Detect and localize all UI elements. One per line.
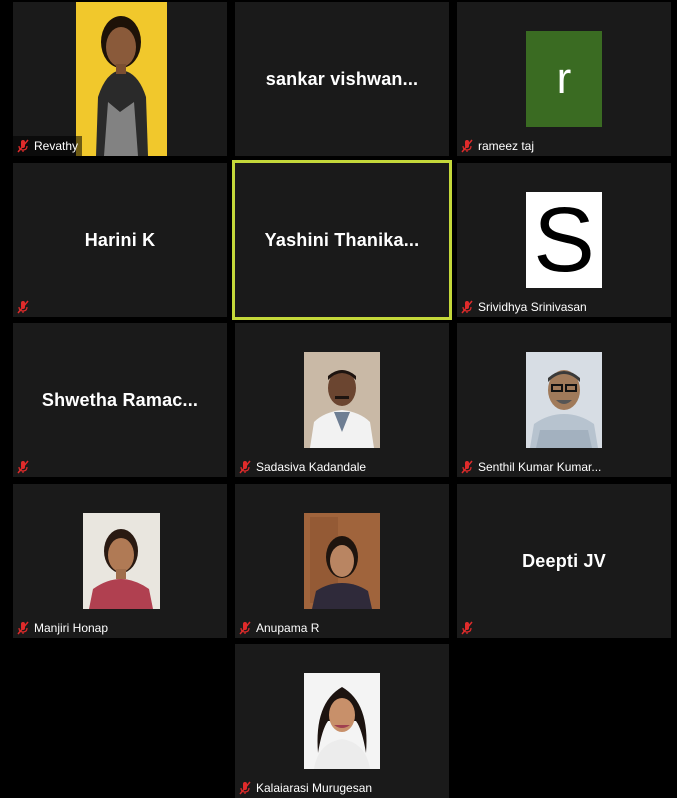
participant-name: Manjiri Honap	[34, 621, 109, 635]
participant-name: Anupama R	[256, 621, 320, 635]
participant-label: Manjiri Honap	[13, 618, 112, 638]
participant-label: Anupama R	[235, 618, 323, 638]
avatar: r	[526, 31, 602, 127]
participant-display-name: Shwetha Ramac...	[41, 389, 199, 410]
video-tile-revathy[interactable]: Revathy	[13, 2, 227, 156]
participant-name: Revathy	[34, 139, 79, 153]
video-tile-sankar[interactable]: sankar vishwan...	[235, 2, 449, 156]
video-tile-sadasiva[interactable]: Sadasiva Kadandale	[235, 323, 449, 477]
video-tile-srividhya[interactable]: S Srividhya Srinivasan	[457, 163, 671, 317]
muted-mic-icon	[16, 300, 30, 314]
participant-name: Srividhya Srinivasan	[478, 300, 587, 314]
participant-label: rameez taj	[457, 136, 538, 156]
muted-mic-icon	[460, 139, 474, 153]
muted-mic-icon	[460, 300, 474, 314]
participant-label	[457, 618, 482, 638]
participant-display-name: sankar vishwan...	[265, 68, 419, 89]
video-tile-kalaiarasi[interactable]: Kalaiarasi Murugesan	[235, 644, 449, 798]
participant-label	[13, 457, 38, 477]
video-tile-shwetha[interactable]: Shwetha Ramac...	[13, 323, 227, 477]
video-tile-rameez[interactable]: r rameez taj	[457, 2, 671, 156]
profile-photo-senthil	[526, 352, 602, 448]
muted-mic-icon	[460, 621, 474, 635]
video-tile-deepti[interactable]: Deepti JV	[457, 484, 671, 638]
participant-display-name: Yashini Thanika...	[264, 229, 420, 250]
participant-name: Senthil Kumar Kumar...	[478, 460, 602, 474]
participant-display-name: Deepti JV	[522, 550, 606, 571]
video-tile-senthil[interactable]: Senthil Kumar Kumar...	[457, 323, 671, 477]
muted-mic-icon	[238, 781, 252, 795]
participant-label: Srividhya Srinivasan	[457, 297, 591, 317]
muted-mic-icon	[16, 460, 30, 474]
profile-photo-manjiri	[83, 513, 160, 609]
video-feed-revathy	[76, 2, 167, 156]
participant-name: Kalaiarasi Murugesan	[256, 781, 373, 795]
participant-label: Revathy	[13, 136, 83, 156]
video-tile-anupama[interactable]: Anupama R	[235, 484, 449, 638]
muted-mic-icon	[16, 621, 30, 635]
video-tile-harini[interactable]: Harini K	[13, 163, 227, 317]
muted-mic-icon	[238, 460, 252, 474]
video-tile-yashini-active-speaker[interactable]: Yashini Thanika...	[232, 160, 452, 320]
avatar: S	[526, 192, 602, 288]
muted-mic-icon	[238, 621, 252, 635]
profile-photo-sadasiva	[304, 352, 380, 448]
profile-photo-kalaiarasi	[304, 673, 380, 769]
participant-label: Kalaiarasi Murugesan	[235, 778, 376, 798]
muted-mic-icon	[460, 460, 474, 474]
participant-display-name: Harini K	[84, 229, 156, 250]
participant-name: Sadasiva Kadandale	[256, 460, 367, 474]
participant-label	[13, 297, 38, 317]
video-tile-manjiri[interactable]: Manjiri Honap	[13, 484, 227, 638]
muted-mic-icon	[16, 139, 30, 153]
profile-photo-anupama	[304, 513, 380, 609]
participant-label: Sadasiva Kadandale	[235, 457, 370, 477]
participant-label: Senthil Kumar Kumar...	[457, 457, 605, 477]
participant-name: rameez taj	[478, 139, 535, 153]
